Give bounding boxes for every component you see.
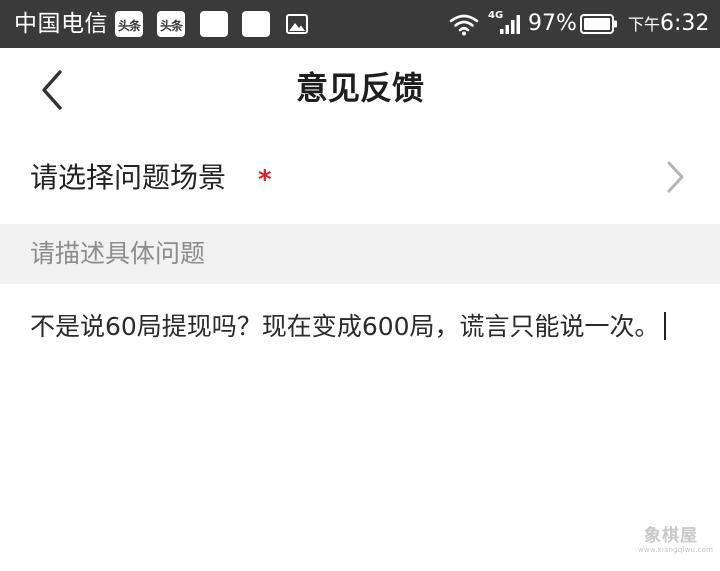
feedback-text-container: 不是说60局提现吗？现在变成600局，谎言只能说一次。: [30, 306, 680, 348]
blank-square-icon: [242, 11, 270, 37]
blank-square-icon: [200, 11, 228, 37]
page-title: 意见反馈: [295, 69, 424, 107]
chevron-right-icon: [667, 161, 684, 193]
toutiao-icon: 头条: [115, 11, 143, 37]
status-clock: 下午6:32: [628, 9, 709, 40]
status-bar: 中国电信 头条 头条 4G 97% 下午6:32: [0, 0, 720, 48]
time-value: 6:32: [660, 11, 710, 36]
feedback-text: 不是说60局提现吗？现在变成600局，谎言只能说一次。: [30, 312, 660, 341]
chevron-left-icon: [42, 70, 62, 110]
battery-percent: 97%: [528, 11, 577, 36]
battery-icon: [580, 14, 617, 34]
description-section-label: 请描述具体问题: [30, 239, 206, 268]
toutiao-icon: 头条: [157, 11, 185, 37]
feedback-textarea[interactable]: 不是说60局提现吗？现在变成600局，谎言只能说一次。: [0, 284, 720, 571]
time-period: 下午: [628, 15, 661, 34]
page-header: 意见反馈: [0, 48, 720, 130]
image-icon: [286, 14, 308, 34]
problem-scene-label: 请选择问题场景: [30, 161, 227, 194]
description-section-header: 请描述具体问题: [0, 224, 720, 284]
back-button[interactable]: [30, 66, 78, 114]
text-cursor: [663, 312, 666, 340]
carrier-label: 中国电信: [14, 11, 108, 37]
required-mark: *: [258, 165, 272, 195]
wifi-icon: [449, 14, 479, 36]
problem-scene-selector[interactable]: 请选择问题场景 *: [0, 130, 720, 224]
signal-icon: [500, 15, 520, 34]
